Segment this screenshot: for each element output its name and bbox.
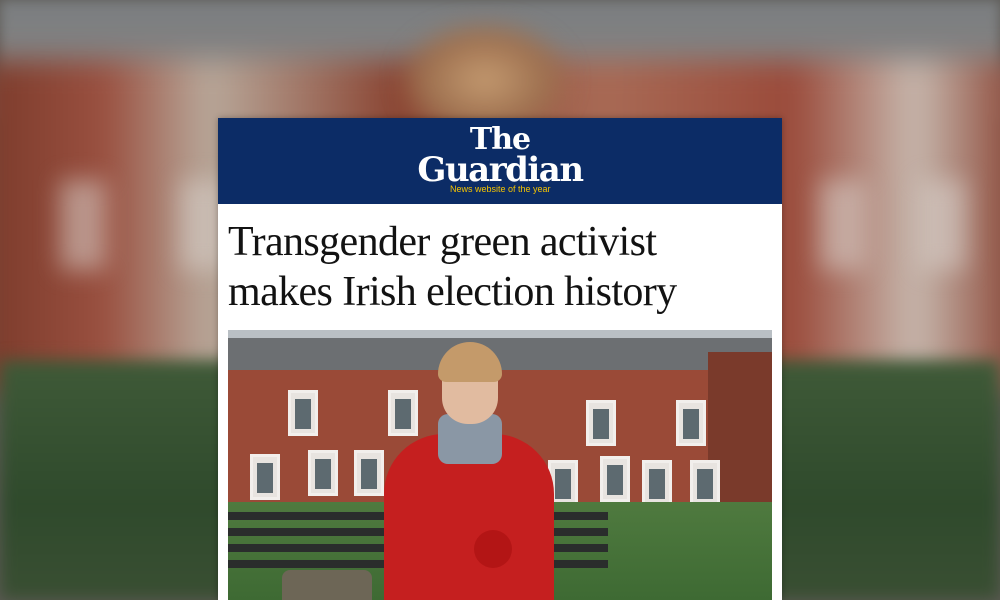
guardian-masthead: The Guardian News website of the year <box>218 118 782 204</box>
masthead-tagline: News website of the year <box>450 184 551 194</box>
bag <box>282 570 372 600</box>
article-headline: Transgender green activist makes Irish e… <box>228 217 778 317</box>
logo-guardian: Guardian <box>417 150 584 190</box>
headline-line-1: Transgender green activist <box>228 219 657 265</box>
headline-line-2: makes Irish election history <box>228 269 677 315</box>
article-photo <box>228 330 772 600</box>
newspaper-clipping: The Guardian News website of the year Tr… <box>218 118 782 600</box>
